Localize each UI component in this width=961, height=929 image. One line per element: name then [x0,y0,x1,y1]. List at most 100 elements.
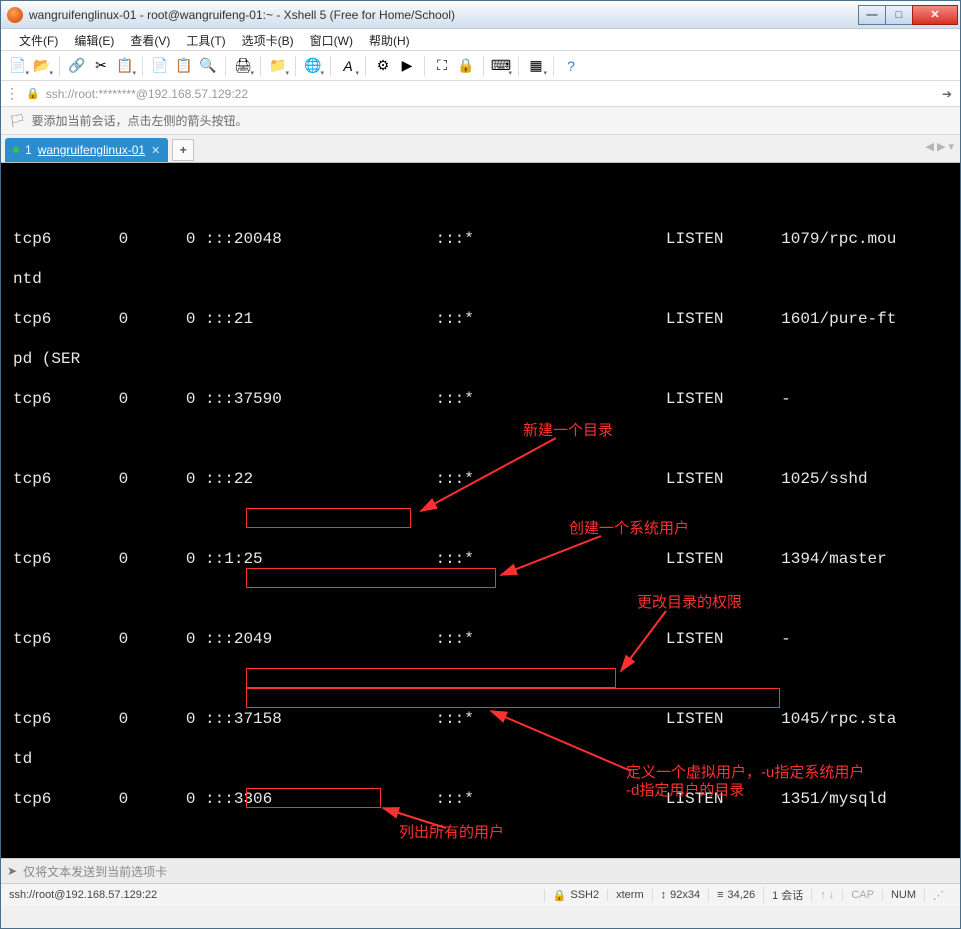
terminal-line [13,189,956,209]
send-icon: ➤ [7,864,17,878]
status-term: xterm [607,889,652,901]
web-button[interactable]: 🌐 [302,55,324,77]
highlight-box [246,688,780,708]
lock-icon: 🔒 [553,889,567,902]
app-icon [7,7,23,23]
menubar: 文件(F) 编辑(E) 查看(V) 工具(T) 选项卡(B) 窗口(W) 帮助(… [1,29,960,51]
window-title: wangruifenglinux-01 - root@wangruifeng-0… [29,8,859,22]
menu-view[interactable]: 查看(V) [122,29,178,52]
open-button[interactable]: 📂 [31,55,53,77]
run-button[interactable]: ▶ [396,55,418,77]
terminal-line: tcp6 0 0 :::21 :::* LISTEN 1601/pure-ft [13,309,956,329]
grip-icon: ⋮ [5,85,20,102]
script-button[interactable]: ⚙ [372,55,394,77]
help-button[interactable]: ? [560,55,582,77]
toolbar-separator [225,56,226,76]
layout-button[interactable]: ▦ [525,55,547,77]
font-button[interactable]: A [337,55,359,77]
tab-nav: ◀ ▶ ▾ [926,140,954,153]
find-button[interactable]: 🔍 [197,55,219,77]
new-tab-button[interactable]: + [172,139,194,161]
lock-icon: 🔒 [26,87,40,100]
menu-tabs[interactable]: 选项卡(B) [234,29,302,52]
tab-label: wangruifenglinux-01 [38,143,145,157]
status-num: NUM [882,889,924,901]
toolbar-separator [142,56,143,76]
new-session-button[interactable]: 📄 [7,55,29,77]
terminal-line: tcp6 0 0 :::22 :::* LISTEN 1025/sshd [13,469,956,489]
address-text[interactable]: ssh://root:********@192.168.57.129:22 [46,87,932,101]
terminal-line: tcp6 0 0 :::2049 :::* LISTEN - [13,629,956,649]
status-updown-icon: ↑ ↓ [811,889,842,901]
terminal-line: tcp6 0 0 :::20048 :::* LISTEN 1079/rpc.m… [13,229,956,249]
terminal-line: tcp6 0 0 :::37590 :::* LISTEN - [13,389,956,409]
disconnect-button[interactable]: ✂ [90,55,112,77]
toolbar: 📄 📂 🔗 ✂ 📋 📄 📋 🔍 🖨 📁 🌐 A ⚙ ▶ ⛶ 🔒 ⌨ ▦ ? [1,51,960,81]
toolbar-separator [59,56,60,76]
session-tab[interactable]: 1 wangruifenglinux-01 ✕ [5,138,168,162]
copy-button[interactable]: 📄 [149,55,171,77]
menu-help[interactable]: 帮助(H) [361,29,418,52]
print-button[interactable]: 🖨 [232,55,254,77]
hint-bar: 🏳 要添加当前会话，点击左侧的箭头按钮。 [1,107,960,135]
status-dot-icon [13,147,19,153]
toolbar-separator [260,56,261,76]
tab-index: 1 [25,143,32,157]
status-connection: ssh://root@192.168.57.129:22 [9,889,544,901]
terminal-line: td [13,749,956,769]
bookmark-icon[interactable]: 🏳 [9,113,26,129]
tab-bar: 1 wangruifenglinux-01 ✕ + ◀ ▶ ▾ [1,135,960,163]
menu-edit[interactable]: 编辑(E) [66,29,122,52]
terminal-line [13,829,956,849]
keyboard-button[interactable]: ⌨ [490,55,512,77]
status-cap: CAP [842,889,882,901]
properties-button[interactable]: 📋 [114,55,136,77]
toolbar-separator [295,56,296,76]
terminal-line [13,589,956,609]
terminal-line [13,429,956,449]
tab-next-button[interactable]: ▶ [937,140,945,153]
hint-text: 要添加当前会话，点击左侧的箭头按钮。 [32,112,248,129]
status-sessions: 1 会话 [763,887,811,903]
menu-file[interactable]: 文件(F) [11,29,66,52]
terminal-line: tcp6 0 0 ::1:25 :::* LISTEN 1394/master [13,549,956,569]
transfer-button[interactable]: 📁 [267,55,289,77]
toolbar-separator [424,56,425,76]
terminal-line: pd (SER [13,349,956,369]
reconnect-button[interactable]: 🔗 [66,55,88,77]
tab-close-button[interactable]: ✕ [151,144,160,157]
toolbar-separator [553,56,554,76]
paste-button[interactable]: 📋 [173,55,195,77]
status-bar: ssh://root@192.168.57.129:22 🔒SSH2 xterm… [1,884,960,906]
status-protocol: 🔒SSH2 [544,889,607,902]
toolbar-separator [330,56,331,76]
window-maximize-button[interactable]: □ [885,5,913,25]
input-placeholder: 仅将文本发送到当前选项卡 [23,863,167,880]
address-go-button[interactable]: ➔ [938,85,956,103]
status-size: ↕ 92x34 [652,889,708,901]
tab-list-button[interactable]: ▾ [948,140,954,153]
terminal-line [13,669,956,689]
fullscreen-button[interactable]: ⛶ [431,55,453,77]
terminal[interactable]: tcp6 0 0 :::20048 :::* LISTEN 1079/rpc.m… [1,163,960,858]
lock-button[interactable]: 🔒 [455,55,477,77]
address-bar: ⋮ 🔒 ssh://root:********@192.168.57.129:2… [1,81,960,107]
toolbar-separator [483,56,484,76]
tab-prev-button[interactable]: ◀ [926,140,934,153]
terminal-line: tcp6 0 0 :::37158 :::* LISTEN 1045/rpc.s… [13,709,956,729]
window-close-button[interactable]: ✕ [912,5,958,25]
window-controls: — □ ✕ [859,5,958,25]
toolbar-separator [365,56,366,76]
terminal-line: ntd [13,269,956,289]
terminal-line: tcp6 0 0 :::3306 :::* LISTEN 1351/mysqld [13,789,956,809]
terminal-line [13,509,956,529]
toolbar-separator [518,56,519,76]
highlight-box [246,568,496,588]
status-position: ≡ 34,26 [708,889,763,901]
menu-window[interactable]: 窗口(W) [302,29,361,52]
window-titlebar: wangruifenglinux-01 - root@wangruifeng-0… [1,1,960,29]
window-minimize-button[interactable]: — [858,5,886,25]
menu-tools[interactable]: 工具(T) [178,29,233,52]
resize-grip-icon[interactable]: ⋰ [924,889,952,902]
input-bar[interactable]: ➤ 仅将文本发送到当前选项卡 [1,858,960,884]
